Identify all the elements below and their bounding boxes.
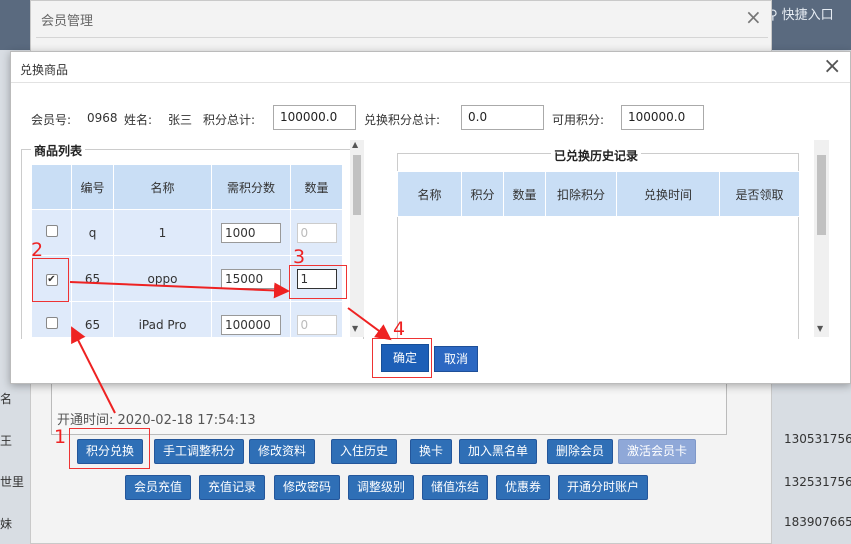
arrow-3 bbox=[347, 307, 392, 341]
arrow-2 bbox=[69, 281, 290, 299]
annotation-arrows bbox=[69, 281, 392, 414]
arrow-1 bbox=[71, 326, 116, 414]
